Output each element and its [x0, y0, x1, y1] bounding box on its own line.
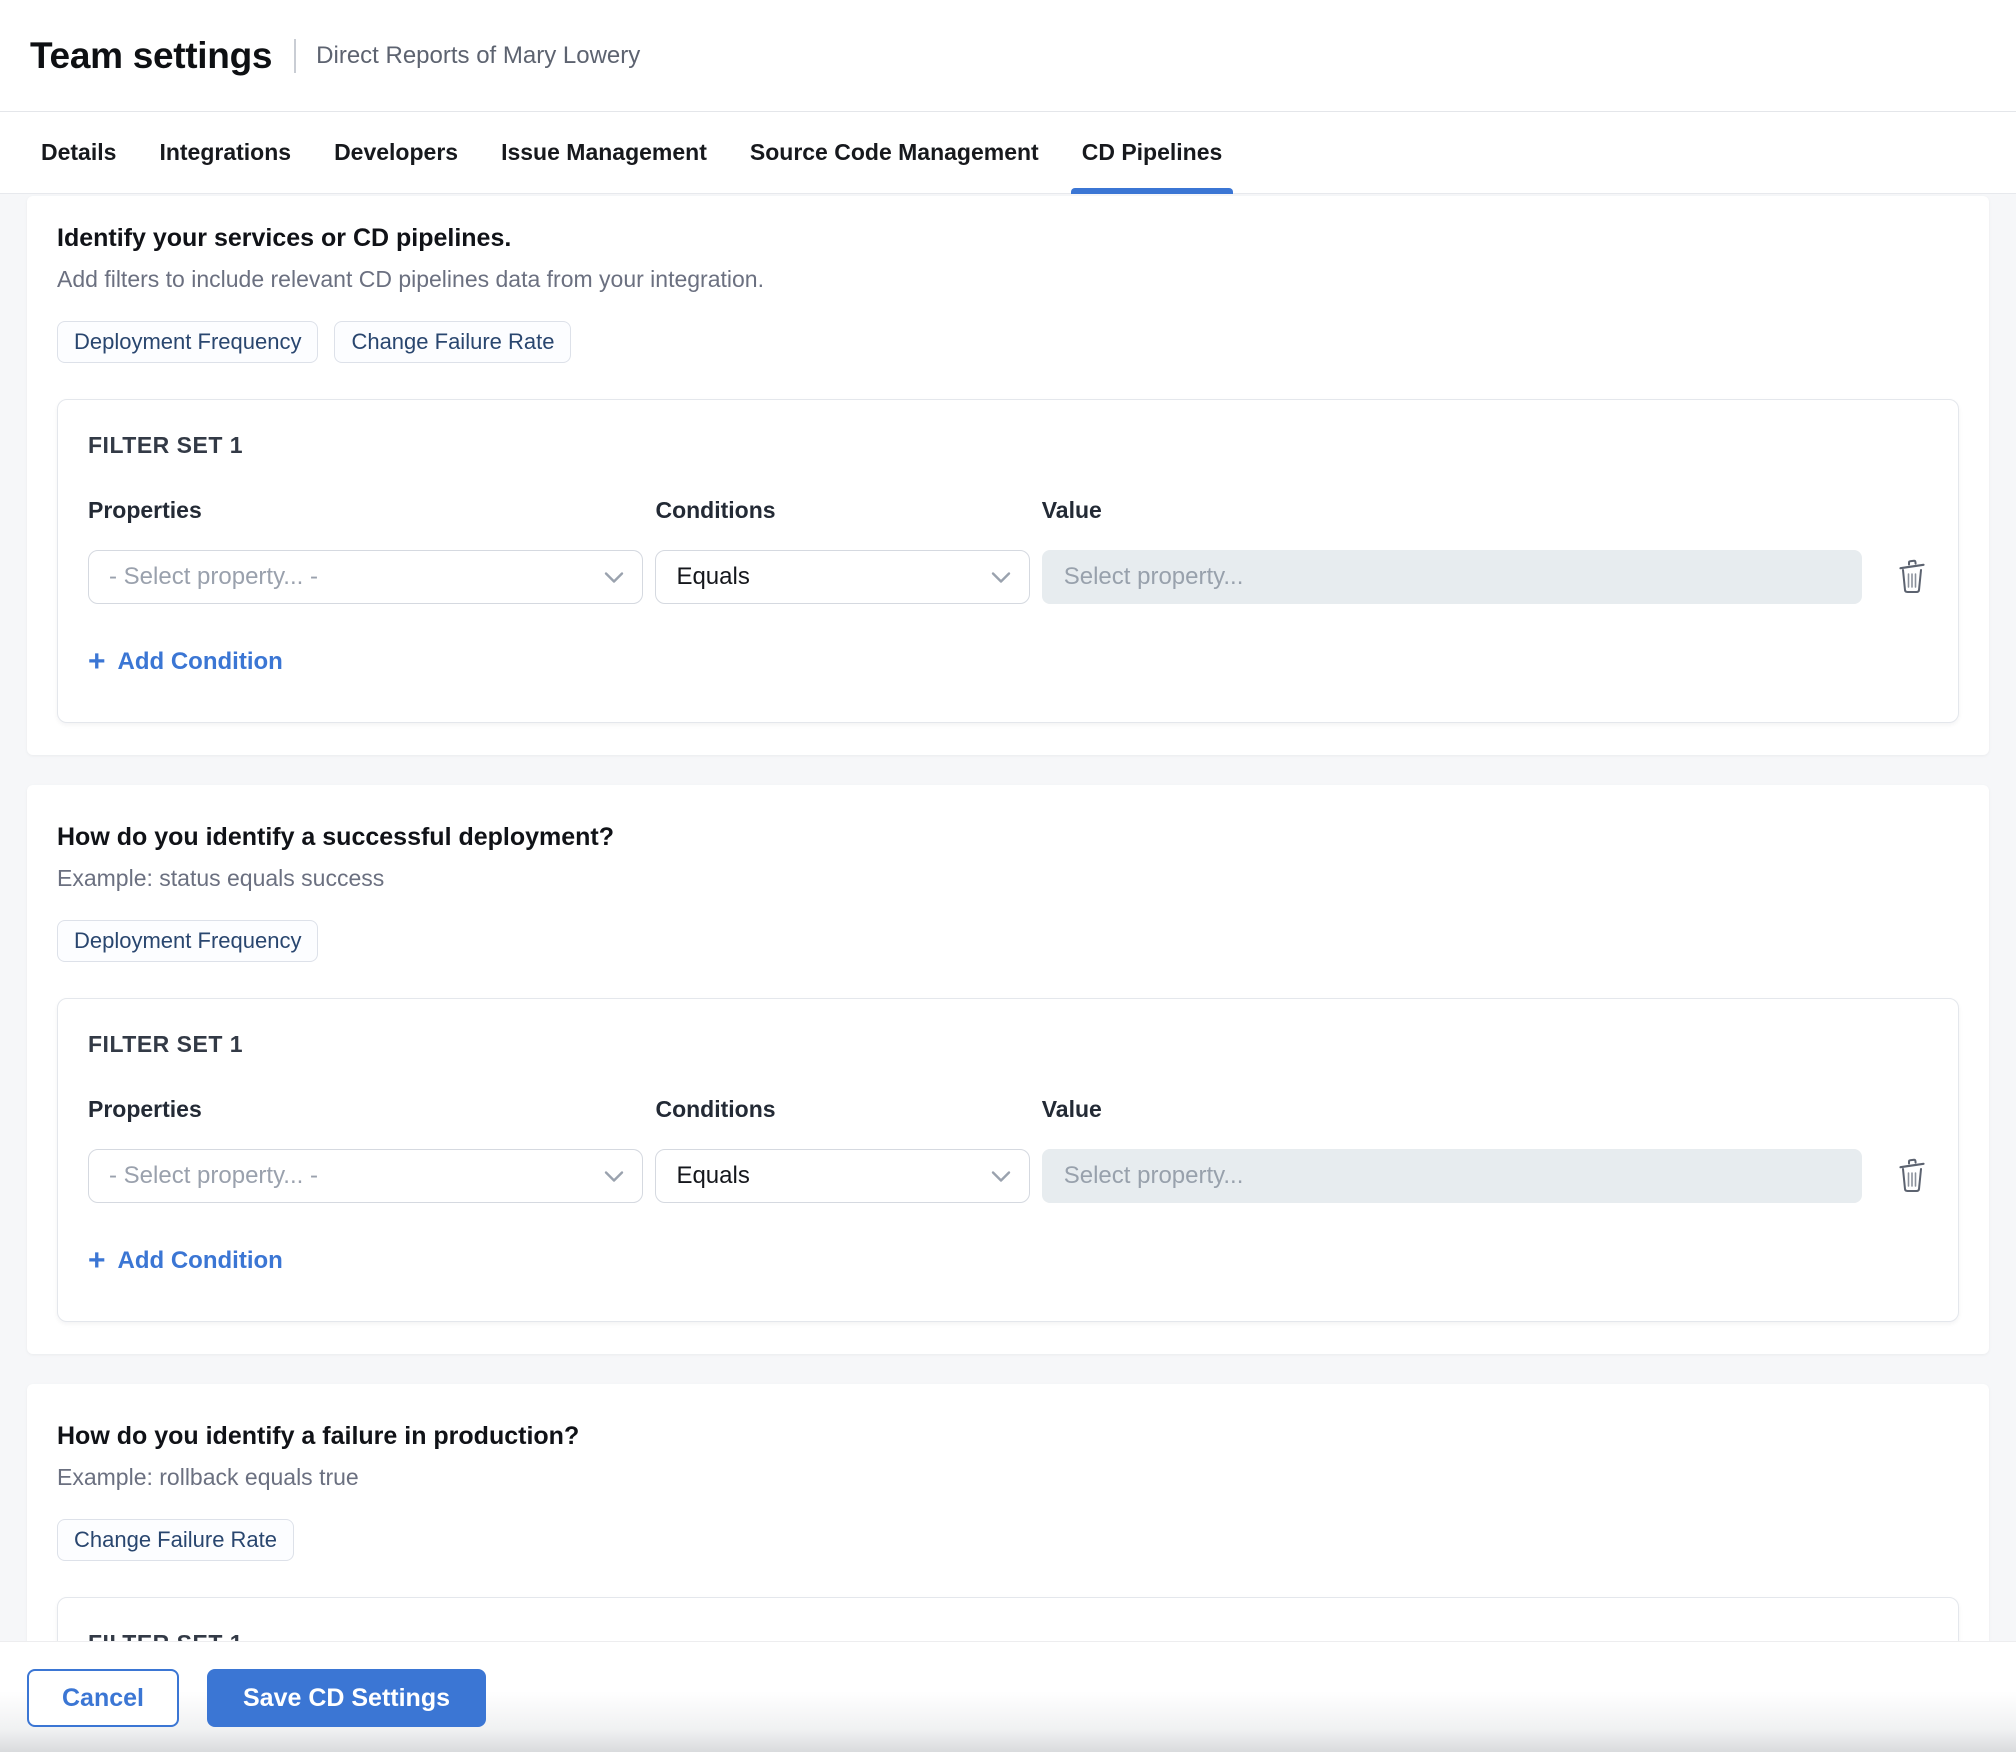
- tab-integrations[interactable]: Integrations: [148, 112, 302, 193]
- tab-issue-management[interactable]: Issue Management: [490, 112, 718, 193]
- filter-set-title: FILTER SET 1: [88, 1031, 1928, 1058]
- conditions-select[interactable]: Equals: [655, 550, 1029, 604]
- value-input[interactable]: [1042, 550, 1862, 604]
- section-heading: Identify your services or CD pipelines.: [57, 224, 1959, 253]
- section-successful-deployment: How do you identify a successful deploym…: [27, 785, 1989, 1354]
- filter-condition-row: Properties - Select property... - Condit…: [88, 497, 1928, 604]
- value-input[interactable]: [1042, 1149, 1862, 1203]
- page-header: Team settings Direct Reports of Mary Low…: [0, 0, 2016, 112]
- conditions-label: Conditions: [655, 1096, 1029, 1123]
- chevron-down-icon: [604, 563, 624, 591]
- save-cd-settings-button[interactable]: Save CD Settings: [207, 1669, 486, 1727]
- properties-label: Properties: [88, 1096, 643, 1123]
- section-heading: How do you identify a successful deploym…: [57, 823, 1959, 852]
- conditions-select-value: Equals: [676, 1162, 749, 1190]
- footer-action-bar: Cancel Save CD Settings: [0, 1641, 2016, 1752]
- trash-icon: [1896, 1182, 1928, 1197]
- badge-change-failure-rate: Change Failure Rate: [334, 321, 571, 363]
- tab-developers[interactable]: Developers: [323, 112, 469, 193]
- badge-deployment-frequency: Deployment Frequency: [57, 321, 318, 363]
- value-label: Value: [1042, 1096, 1862, 1123]
- properties-label: Properties: [88, 497, 643, 524]
- filter-condition-row: Properties - Select property... - Condit…: [88, 1096, 1928, 1203]
- chevron-down-icon: [991, 1162, 1011, 1190]
- tab-source-code-management[interactable]: Source Code Management: [739, 112, 1050, 193]
- badge-row: Change Failure Rate: [57, 1519, 1959, 1561]
- tab-details[interactable]: Details: [30, 112, 127, 193]
- add-condition-label: Add Condition: [118, 648, 283, 676]
- plus-icon: +: [88, 1249, 106, 1273]
- add-condition-button[interactable]: + Add Condition: [88, 648, 283, 676]
- section-identify-pipelines: Identify your services or CD pipelines. …: [27, 196, 1989, 755]
- badge-deployment-frequency: Deployment Frequency: [57, 920, 318, 962]
- badge-row: Deployment Frequency: [57, 920, 1959, 962]
- title-divider: [294, 39, 296, 73]
- properties-select[interactable]: - Select property... -: [88, 1149, 643, 1203]
- filter-set-title: FILTER SET 1: [88, 432, 1928, 459]
- section-subtitle: Example: status equals success: [57, 865, 1959, 892]
- filter-set-card: FILTER SET 1 Properties - Select propert…: [57, 998, 1959, 1322]
- add-condition-button[interactable]: + Add Condition: [88, 1247, 283, 1275]
- delete-condition-button[interactable]: [1896, 559, 1928, 595]
- badge-row: Deployment Frequency Change Failure Rate: [57, 321, 1959, 363]
- tab-cd-pipelines[interactable]: CD Pipelines: [1071, 112, 1234, 193]
- chevron-down-icon: [604, 1162, 624, 1190]
- add-condition-label: Add Condition: [118, 1247, 283, 1275]
- filter-set-card: FILTER SET 1 Properties - Select propert…: [57, 399, 1959, 723]
- cancel-button[interactable]: Cancel: [27, 1669, 179, 1727]
- properties-select-placeholder: - Select property... -: [109, 1162, 318, 1190]
- properties-select-placeholder: - Select property... -: [109, 563, 318, 591]
- conditions-select[interactable]: Equals: [655, 1149, 1029, 1203]
- conditions-label: Conditions: [655, 497, 1029, 524]
- delete-condition-button[interactable]: [1896, 1158, 1928, 1194]
- conditions-select-value: Equals: [676, 563, 749, 591]
- section-subtitle: Example: rollback equals true: [57, 1464, 1959, 1491]
- chevron-down-icon: [991, 563, 1011, 591]
- main-content: Identify your services or CD pipelines. …: [0, 194, 2016, 1752]
- section-heading: How do you identify a failure in product…: [57, 1422, 1959, 1451]
- section-subtitle: Add filters to include relevant CD pipel…: [57, 266, 1959, 293]
- page-title: Team settings: [30, 35, 272, 77]
- badge-change-failure-rate: Change Failure Rate: [57, 1519, 294, 1561]
- properties-select[interactable]: - Select property... -: [88, 550, 643, 604]
- trash-icon: [1896, 583, 1928, 598]
- tab-bar: Details Integrations Developers Issue Ma…: [0, 112, 2016, 194]
- page-subtitle: Direct Reports of Mary Lowery: [316, 42, 640, 70]
- value-label: Value: [1042, 497, 1862, 524]
- plus-icon: +: [88, 650, 106, 674]
